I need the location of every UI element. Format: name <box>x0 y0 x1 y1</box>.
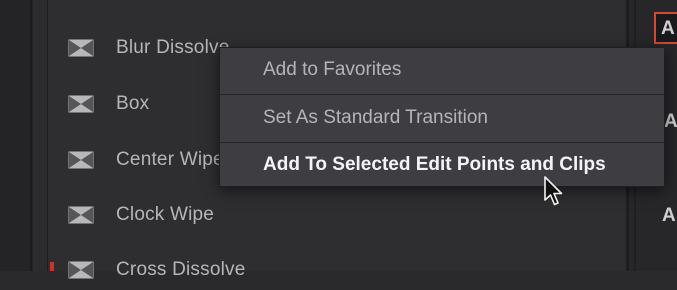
list-item[interactable]: Blur Dissolve <box>68 28 229 68</box>
transition-icon <box>68 39 94 57</box>
menu-item-set-standard-transition[interactable]: Set As Standard Transition <box>220 96 664 140</box>
list-item-label: Box <box>116 93 150 114</box>
right-panel-header-button[interactable]: A <box>654 12 677 44</box>
list-item-label: Center Wipe <box>116 149 224 170</box>
transition-icon <box>68 95 94 113</box>
transition-icon <box>68 206 94 224</box>
panel-gutter <box>33 0 48 271</box>
list-item[interactable]: Center Wipe <box>68 140 224 180</box>
left-panel-strip <box>0 0 33 271</box>
menu-separator <box>220 94 664 95</box>
right-panel-letter: A <box>664 111 677 132</box>
list-item[interactable]: Box <box>68 84 149 124</box>
right-panel-letter: A <box>661 18 675 39</box>
context-menu: Add to Favorites Set As Standard Transit… <box>219 47 665 187</box>
menu-item-add-to-selected-edit-points[interactable]: Add To Selected Edit Points and Clips <box>220 143 664 187</box>
transition-icon <box>68 151 94 169</box>
mouse-pointer-icon <box>544 176 563 206</box>
list-item[interactable]: Cross Dissolve <box>68 250 246 290</box>
right-panel-letter: A <box>662 205 676 226</box>
list-item[interactable]: Clock Wipe <box>68 195 214 235</box>
menu-item-label: Add to Favorites <box>263 59 402 80</box>
selection-marker <box>50 262 54 271</box>
menu-item-label: Set As Standard Transition <box>263 107 488 128</box>
menu-item-add-to-favorites[interactable]: Add to Favorites <box>220 48 664 92</box>
list-item-label: Clock Wipe <box>116 204 215 225</box>
list-item-label: Blur Dissolve <box>116 37 230 58</box>
menu-item-label: Add To Selected Edit Points and Clips <box>263 154 606 175</box>
list-item-label: Cross Dissolve <box>116 259 246 280</box>
transition-icon <box>68 261 94 279</box>
